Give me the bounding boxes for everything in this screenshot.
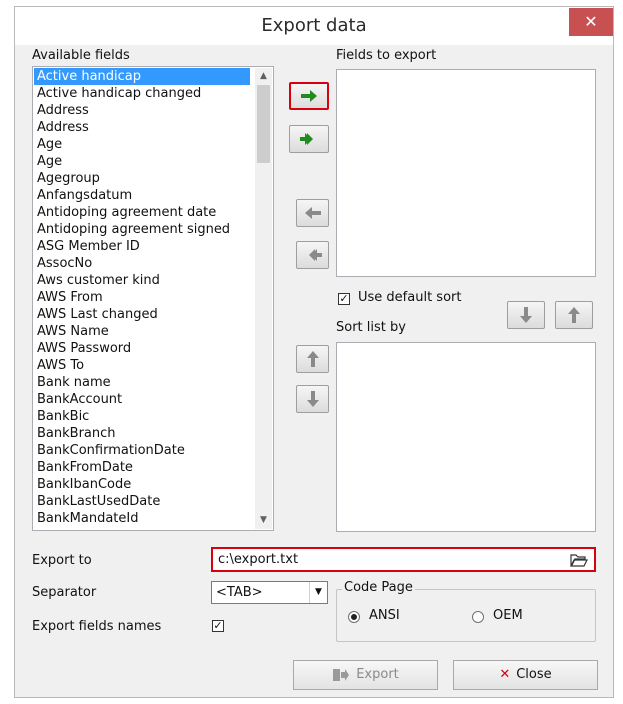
- scroll-thumb[interactable]: [257, 85, 270, 163]
- list-item[interactable]: Address: [34, 119, 250, 136]
- list-item[interactable]: BankConfirmationDate: [34, 442, 250, 459]
- export-to-label: Export to: [32, 553, 92, 568]
- remove-field-button[interactable]: [296, 199, 329, 227]
- separator-select[interactable]: <TAB> ▼: [211, 581, 328, 604]
- separator-value: <TAB>: [216, 585, 263, 600]
- list-item[interactable]: Antidoping agreement date: [34, 204, 250, 221]
- use-default-sort-label: Use default sort: [358, 290, 462, 305]
- list-item[interactable]: BankAccount: [34, 391, 250, 408]
- list-item[interactable]: Agegroup: [34, 170, 250, 187]
- sort-list[interactable]: [336, 342, 596, 532]
- list-item[interactable]: Antidoping agreement signed: [34, 221, 250, 238]
- sort-list-label: Sort list by: [336, 320, 406, 335]
- add-all-fields-button[interactable]: [289, 125, 329, 153]
- list-item[interactable]: AWS Last changed: [34, 306, 250, 323]
- arrow-down-icon: [306, 391, 319, 407]
- arrow-up-icon: [568, 307, 580, 323]
- export-button[interactable]: Export: [293, 660, 438, 690]
- list-item[interactable]: Active handicap: [34, 68, 250, 85]
- chevron-down-icon[interactable]: ▼: [309, 582, 327, 603]
- list-item[interactable]: Bank name: [34, 374, 250, 391]
- scroll-down-icon[interactable]: ▼: [255, 512, 272, 529]
- scroll-up-icon[interactable]: ▲: [255, 68, 272, 85]
- list-item[interactable]: AssocNo: [34, 255, 250, 272]
- arrow-left-icon: [304, 207, 321, 219]
- export-path-field[interactable]: c:\export.txt: [211, 547, 596, 572]
- arrow-right-icon: [301, 90, 317, 102]
- list-item[interactable]: BankIbanCode: [34, 476, 250, 493]
- window-title: Export data: [261, 15, 367, 36]
- available-fields-items: Active handicap Active handicap changed Ad…: [34, 68, 250, 527]
- double-arrow-left-icon: [308, 249, 322, 261]
- export-path-value: c:\export.txt: [218, 552, 299, 567]
- list-item[interactable]: Age: [34, 153, 250, 170]
- list-item[interactable]: BankMandateId: [34, 510, 250, 527]
- close-button-label: Close: [516, 667, 552, 682]
- fields-to-export-list[interactable]: [336, 69, 596, 277]
- export-data-dialog: Export data ✕ Available fields Active ha…: [14, 6, 614, 698]
- list-item[interactable]: Address: [34, 102, 250, 119]
- code-page-label: Code Page: [342, 580, 415, 595]
- window-close-button[interactable]: ✕: [569, 8, 613, 36]
- sort-move-up-button[interactable]: [296, 345, 329, 373]
- list-item[interactable]: BankBic: [34, 408, 250, 425]
- list-item[interactable]: Anfangsdatum: [34, 187, 250, 204]
- oem-label: OEM: [493, 608, 523, 623]
- ansi-radio[interactable]: [348, 611, 360, 623]
- export-field-names-label: Export fields names: [32, 619, 162, 634]
- fields-to-export-label: Fields to export: [336, 48, 437, 63]
- export-field-names-checkbox[interactable]: ✓: [212, 620, 224, 632]
- add-field-button[interactable]: [289, 82, 329, 110]
- folder-open-icon[interactable]: [570, 552, 588, 567]
- arrow-up-icon: [306, 351, 319, 367]
- list-item[interactable]: BankLastUsedDate: [34, 493, 250, 510]
- sort-down-button[interactable]: [507, 301, 545, 329]
- list-item[interactable]: Age: [34, 136, 250, 153]
- oem-radio[interactable]: [472, 611, 484, 623]
- list-item[interactable]: AWS To: [34, 357, 250, 374]
- available-fields-label: Available fields: [32, 48, 130, 63]
- list-item[interactable]: Active handicap changed: [34, 85, 250, 102]
- export-button-label: Export: [356, 667, 399, 682]
- double-arrow-right-icon: [300, 133, 313, 145]
- list-item[interactable]: ASG Member ID: [34, 238, 250, 255]
- sort-up-button[interactable]: [555, 301, 593, 329]
- available-fields-scrollbar[interactable]: ▲ ▼: [255, 68, 272, 529]
- list-item[interactable]: BankFromDate: [34, 459, 250, 476]
- close-x-icon: ✕: [499, 667, 511, 682]
- use-default-sort-checkbox[interactable]: ✓: [338, 293, 350, 305]
- arrow-down-icon: [520, 307, 532, 323]
- list-item[interactable]: AWS From: [34, 289, 250, 306]
- title-bar: Export data ✕: [15, 7, 613, 45]
- list-item[interactable]: AWS Name: [34, 323, 250, 340]
- sort-move-down-button[interactable]: [296, 385, 329, 413]
- list-item[interactable]: AWS Password: [34, 340, 250, 357]
- export-icon: [333, 668, 350, 681]
- list-item[interactable]: BankBranch: [34, 425, 250, 442]
- close-button[interactable]: ✕ Close: [453, 660, 598, 690]
- list-item[interactable]: Aws customer kind: [34, 272, 250, 289]
- remove-all-fields-button[interactable]: [296, 241, 329, 269]
- ansi-label: ANSI: [369, 608, 400, 623]
- available-fields-list[interactable]: Active handicap Active handicap changed Ad…: [32, 66, 274, 531]
- separator-label: Separator: [32, 585, 97, 600]
